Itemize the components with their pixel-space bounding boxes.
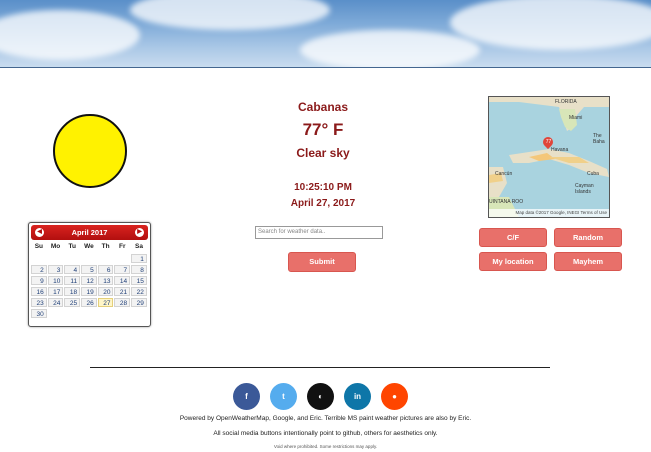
current-date: April 27, 2017: [290, 198, 356, 209]
calendar-day[interactable]: 8: [131, 265, 147, 274]
calendar-day[interactable]: 28: [114, 298, 131, 307]
weekday-label: Su: [34, 243, 43, 250]
calendar-grid: Su Mo Tu We Th Fr Sa 1 2 3 4 5 6 7 8 9 10 11 12 13 14 15 16 17 1…: [31, 242, 148, 318]
calendar-blank: [114, 254, 130, 263]
location-map[interactable]: FLORIDA Miami The Baha Havana Cuba Cancú…: [488, 96, 610, 218]
github-icon[interactable]: ◐: [307, 383, 334, 410]
calendar-blank: [81, 254, 97, 263]
footer-divider: [90, 367, 550, 368]
calendar-day[interactable]: 23: [31, 298, 47, 307]
calendar-day[interactable]: 1: [131, 254, 147, 263]
map-label: The Baha: [593, 133, 605, 145]
submit-button[interactable]: Submit: [288, 252, 356, 272]
calendar-day[interactable]: 21: [114, 287, 131, 296]
twitter-icon[interactable]: t: [270, 383, 297, 410]
map-label: Cayman Islands: [575, 183, 594, 195]
map-attribution: Map data ©2017 Google, INEGI Terms of Us…: [489, 209, 609, 217]
chevron-right-icon[interactable]: ▶: [135, 228, 144, 237]
calendar-blank: [98, 254, 114, 263]
mayhem-button[interactable]: Mayhem: [554, 252, 622, 271]
unit-toggle-button[interactable]: C/F: [479, 228, 547, 247]
calendar-blank: [31, 254, 47, 263]
calendar-day[interactable]: 18: [64, 287, 81, 296]
current-time: 10:25:10 PM: [294, 182, 352, 193]
calendar-day[interactable]: 7: [114, 265, 131, 274]
calendar-blank: [64, 254, 80, 263]
calendar-blank: [48, 254, 64, 263]
footer-credits: Powered by OpenWeatherMap, Google, and E…: [179, 415, 472, 422]
weather-panel: Cabanas 77° F Clear sky 10:25:10 PM Apri…: [233, 100, 413, 209]
calendar-month: April 2017: [71, 228, 108, 237]
search-input[interactable]: Search for weather data..: [255, 226, 383, 239]
calendar-day[interactable]: 9: [31, 276, 47, 285]
calendar-day[interactable]: 5: [81, 265, 97, 274]
my-location-button[interactable]: My location: [479, 252, 547, 271]
weekday-label: Mo: [50, 243, 61, 250]
weekday-label: We: [84, 243, 94, 250]
calendar-day-today[interactable]: 27: [97, 298, 114, 307]
calendar-day[interactable]: 6: [97, 265, 114, 274]
calendar-day[interactable]: 26: [81, 298, 97, 307]
calendar-day[interactable]: 17: [47, 287, 64, 296]
calendar-day[interactable]: 12: [81, 276, 97, 285]
calendar-day[interactable]: 14: [114, 276, 131, 285]
sky-banner: [0, 0, 651, 68]
map-label: Cancún: [495, 171, 513, 177]
city-name: Cabanas: [297, 100, 349, 114]
calendar-day[interactable]: 3: [47, 265, 64, 274]
calendar-day[interactable]: 29: [131, 298, 147, 307]
calendar-day[interactable]: 15: [131, 276, 147, 285]
map-label: Cuba: [587, 171, 599, 177]
search-placeholder: Search for weather data..: [258, 229, 326, 235]
facebook-icon[interactable]: f: [233, 383, 260, 410]
temperature[interactable]: 77° F: [233, 120, 413, 140]
map-label: Miami: [569, 115, 583, 121]
weather-sun-icon: [53, 114, 127, 188]
random-button[interactable]: Random: [554, 228, 622, 247]
calendar-day[interactable]: 16: [31, 287, 47, 296]
footer-note: All social media buttons intentionally p…: [213, 430, 438, 437]
calendar-widget: ◀ April 2017 ▶ Su Mo Tu We Th Fr Sa 1 2 3 4 5 6 7 8 9 10…: [28, 222, 151, 327]
weekday-label: Fr: [119, 243, 126, 250]
weekday-label: Sa: [134, 243, 143, 250]
calendar-day[interactable]: 10: [47, 276, 64, 285]
calendar-day[interactable]: 13: [97, 276, 114, 285]
calendar-day[interactable]: 2: [31, 265, 47, 274]
cloud: [300, 30, 480, 67]
cloud: [130, 0, 330, 30]
weekday-label: Th: [101, 243, 110, 250]
reddit-icon[interactable]: ●: [381, 383, 408, 410]
calendar-day[interactable]: 25: [64, 298, 81, 307]
chevron-left-icon[interactable]: ◀: [35, 228, 44, 237]
map-label: UINTANA ROO: [489, 199, 524, 205]
calendar-day[interactable]: 22: [131, 287, 147, 296]
cloud: [0, 10, 140, 60]
map-label: FLORIDA: [555, 99, 577, 105]
weekday-label: Tu: [68, 243, 76, 250]
map-marker-label: 77: [545, 139, 552, 145]
weather-description: Clear sky: [296, 146, 350, 160]
linkedin-icon[interactable]: in: [344, 383, 371, 410]
footer-disclaimer: Void where prohibited. Some restrictions…: [273, 444, 378, 449]
calendar-day[interactable]: 19: [81, 287, 97, 296]
calendar-day[interactable]: 11: [64, 276, 81, 285]
calendar-header: ◀ April 2017 ▶: [31, 225, 148, 240]
calendar-day[interactable]: 20: [97, 287, 114, 296]
map-label: Havana: [551, 147, 569, 153]
calendar-day[interactable]: 4: [64, 265, 81, 274]
calendar-day[interactable]: 24: [47, 298, 64, 307]
cloud: [450, 0, 651, 50]
calendar-day[interactable]: 30: [31, 309, 47, 318]
